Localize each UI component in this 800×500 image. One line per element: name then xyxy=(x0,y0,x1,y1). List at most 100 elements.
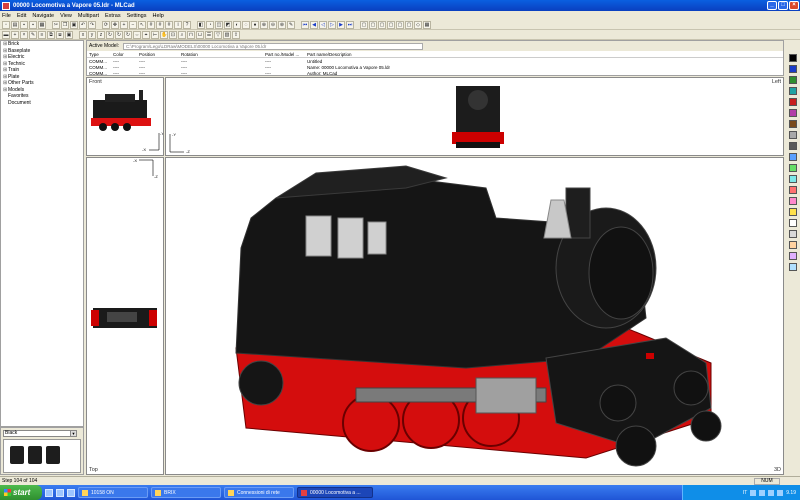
menu-navigate[interactable]: Navigate xyxy=(32,13,54,19)
color-swatch[interactable] xyxy=(789,120,797,128)
column-rotation[interactable]: Rotation xyxy=(181,52,265,57)
paste-icon[interactable]: ▣ xyxy=(70,20,78,29)
update-icon[interactable] xyxy=(777,489,784,496)
print-icon[interactable]: ▦ xyxy=(38,20,46,29)
chevron-down-icon[interactable]: ▼ xyxy=(70,431,76,436)
ungroup-icon[interactable]: ⧈ xyxy=(56,30,64,39)
color-swatch[interactable] xyxy=(789,65,797,73)
rotate-z-icon[interactable]: ↻ xyxy=(124,30,132,39)
color-swatch[interactable] xyxy=(789,230,797,238)
copy-icon[interactable]: ❐ xyxy=(61,20,69,29)
color-icon[interactable]: ◐ xyxy=(233,20,241,29)
menu-extras[interactable]: Extras xyxy=(105,13,121,19)
minimize-button[interactable]: _ xyxy=(767,1,777,10)
menu-edit[interactable]: Edit xyxy=(17,13,26,19)
group-icon[interactable]: ⧉ xyxy=(47,30,55,39)
task-10158-on[interactable]: 10158 ON xyxy=(78,487,148,498)
hide-icon[interactable]: ◌ xyxy=(242,20,250,29)
rotation-step-icon[interactable]: ⊛ xyxy=(278,20,286,29)
zoom-in-icon[interactable]: + xyxy=(120,20,128,29)
select-icon[interactable]: ↖ xyxy=(138,20,146,29)
color-swatch[interactable] xyxy=(789,54,797,62)
step-add-icon[interactable]: ⊕ xyxy=(260,20,268,29)
edit-part-icon[interactable]: ✎ xyxy=(29,30,37,39)
security-icon[interactable] xyxy=(768,489,775,496)
view-bottom-icon[interactable]: ▢ xyxy=(405,20,413,29)
light-bulb-icon[interactable]: ◔ xyxy=(206,20,214,29)
active-model-path[interactable]: C:\Program\Lego\LDRaw\MODELS\00000 Locom… xyxy=(123,42,424,50)
color-swatch[interactable] xyxy=(789,153,797,161)
table-row[interactable]: COMM... ---- ---- ---- ---- Author: MLCa… xyxy=(87,71,783,76)
model-icon[interactable]: ▣ xyxy=(65,30,73,39)
view-right-icon[interactable]: ▢ xyxy=(387,20,395,29)
task-brix[interactable]: BRIX xyxy=(151,487,221,498)
save-as-icon[interactable]: ▪ xyxy=(29,20,37,29)
first-step-icon[interactable]: ⏮ xyxy=(301,20,309,29)
task-mlcad[interactable]: 00000 Locomotiva a ... xyxy=(297,487,373,498)
maximize-button[interactable]: □ xyxy=(778,1,788,10)
view-top-icon[interactable]: ▢ xyxy=(396,20,404,29)
view-3d-icon[interactable]: ◇ xyxy=(414,20,422,29)
color-swatch[interactable] xyxy=(789,219,797,227)
snap-icon[interactable]: ⌖ xyxy=(142,30,150,39)
color-swatch[interactable] xyxy=(789,76,797,84)
add-part-icon[interactable]: + xyxy=(11,30,19,39)
3d-view[interactable]: 3D xyxy=(165,157,784,475)
rotate-y-icon[interactable]: ↻ xyxy=(115,30,123,39)
color-swatch[interactable] xyxy=(789,109,797,117)
color-swatch[interactable] xyxy=(789,197,797,205)
color-swatch[interactable] xyxy=(789,241,797,249)
brick-preview[interactable] xyxy=(28,446,42,464)
export-icon[interactable]: ⇪ xyxy=(232,30,240,39)
start-button[interactable]: start xyxy=(0,485,42,500)
next-step-icon[interactable]: ▶ xyxy=(337,20,345,29)
color-swatch[interactable] xyxy=(789,263,797,271)
comment-icon[interactable]: ✎ xyxy=(287,20,295,29)
color-swatch[interactable] xyxy=(789,131,797,139)
translate-y-icon[interactable]: y xyxy=(88,30,96,39)
top-view[interactable]: Top -X -Z xyxy=(86,157,164,475)
menu-view[interactable]: View xyxy=(60,13,72,19)
color-swatch[interactable] xyxy=(789,142,797,150)
tree-item-document[interactable]: Document xyxy=(1,100,83,107)
help-icon[interactable]: ? xyxy=(183,20,191,29)
pan-icon[interactable]: ✋ xyxy=(160,30,168,39)
view-back-icon[interactable]: ▢ xyxy=(369,20,377,29)
menu-multipart[interactable]: Multipart xyxy=(78,13,99,19)
brick-preview[interactable] xyxy=(46,446,60,464)
filter-icon[interactable]: ▽ xyxy=(214,30,222,39)
mirror-icon[interactable]: ◧ xyxy=(197,20,205,29)
grid-coarse-icon[interactable]: # xyxy=(147,20,155,29)
layer-icon[interactable]: ☰ xyxy=(205,30,213,39)
align-icon[interactable]: ⇔ xyxy=(133,30,141,39)
clock[interactable]: 9.19 xyxy=(786,490,796,496)
network-tray-icon[interactable] xyxy=(750,489,757,496)
unlock-icon[interactable]: ⊔ xyxy=(196,30,204,39)
left-view[interactable]: Left -Y -Z xyxy=(165,77,784,156)
menu-settings[interactable]: Settings xyxy=(127,13,147,19)
translate-x-icon[interactable]: x xyxy=(79,30,87,39)
column-color[interactable]: Color xyxy=(113,52,139,57)
color-swatch[interactable] xyxy=(789,98,797,106)
new-file-icon[interactable]: ▫ xyxy=(2,20,10,29)
column-part-no[interactable]: Part no./Model ... xyxy=(265,52,307,57)
render-icon[interactable]: ◩ xyxy=(224,20,232,29)
front-view[interactable]: Front -Y -X xyxy=(86,77,164,156)
column-type[interactable]: Type xyxy=(87,52,113,57)
quick-launch-browser-icon[interactable] xyxy=(45,488,53,497)
brick-icon[interactable]: ▬ xyxy=(2,30,10,39)
color-swatch[interactable] xyxy=(789,186,797,194)
color-swatch[interactable] xyxy=(789,87,797,95)
task-network[interactable]: Connessioni di rete xyxy=(224,487,294,498)
title-bar[interactable]: 00000 Locomotiva a Vapore 05.ldr - MLCad… xyxy=(0,0,800,11)
open-file-icon[interactable]: ▤ xyxy=(11,20,19,29)
color-swatch[interactable] xyxy=(789,252,797,260)
zoom-icon[interactable]: ⌕ xyxy=(178,30,186,39)
translate-z-icon[interactable]: z xyxy=(97,30,105,39)
info-icon[interactable]: i xyxy=(174,20,182,29)
save-icon[interactable]: ▪ xyxy=(20,20,28,29)
lock-icon[interactable]: ⊓ xyxy=(187,30,195,39)
menu-file[interactable]: File xyxy=(2,13,11,19)
zoom-fit-icon[interactable]: ⊡ xyxy=(169,30,177,39)
quick-launch-desktop-icon[interactable] xyxy=(56,488,64,497)
